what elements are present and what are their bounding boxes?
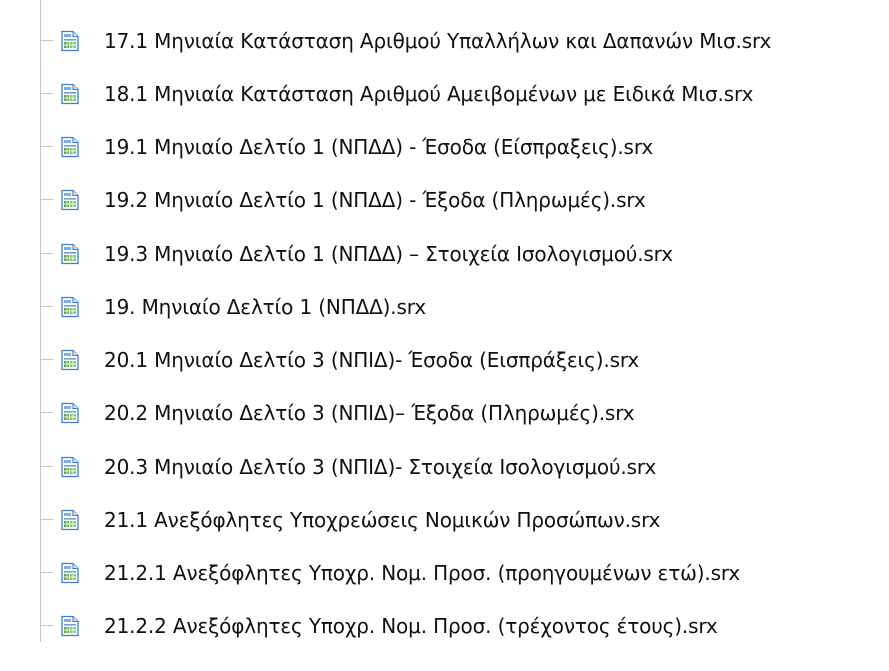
tree-item-label: 21.2.1 Ανεξόφλητες Υποχρ. Νομ. Προσ. (πρ… — [104, 561, 741, 585]
report-file-icon — [59, 136, 81, 158]
report-file-icon — [59, 615, 81, 637]
tree-item[interactable]: 21.2.1 Ανεξόφλητες Υποχρ. Νομ. Προσ. (πρ… — [0, 555, 889, 591]
tree-item-label: 19.2 Μηνιαίο Δελτίο 1 (ΝΠΔΔ) - Έξοδα (Πλ… — [104, 188, 646, 212]
report-file-icon — [59, 296, 81, 318]
tree-branch-line — [40, 40, 53, 41]
tree-item[interactable]: 20.1 Μηνιαίο Δελτίο 3 (ΝΠΙΔ)- Έσοδα (Εισ… — [0, 342, 889, 378]
tree-branch-line — [40, 199, 53, 200]
report-file-icon — [59, 83, 81, 105]
tree-branch-line — [40, 306, 53, 307]
tree-branch-line — [40, 359, 53, 360]
report-file-icon — [59, 456, 81, 478]
report-file-icon — [59, 509, 81, 531]
tree-branch-line — [40, 146, 53, 147]
report-file-icon — [59, 349, 81, 371]
tree-item-label: 21.2.2 Ανεξόφλητες Υποχρ. Νομ. Προσ. (τρ… — [104, 614, 718, 638]
tree-item[interactable]: 18.1 Μηνιαία Κατάσταση Αριθμού Αμειβομέν… — [0, 76, 889, 112]
tree-branch-line — [40, 412, 53, 413]
tree-item-label: 21.1 Ανεξόφλητες Υποχρεώσεις Νομικών Προ… — [104, 508, 661, 532]
tree-item[interactable]: 19.2 Μηνιαίο Δελτίο 1 (ΝΠΔΔ) - Έξοδα (Πλ… — [0, 182, 889, 218]
tree-item[interactable]: 17.1 Μηνιαία Κατάσταση Αριθμού Υπαλλήλων… — [0, 23, 889, 59]
tree-item-label: 17.1 Μηνιαία Κατάσταση Αριθμού Υπαλλήλων… — [104, 29, 772, 53]
tree-item-label: 20.3 Μηνιαίο Δελτίο 3 (ΝΠΙΔ)- Στοιχεία Ι… — [104, 455, 657, 479]
tree-item[interactable]: 20.2 Μηνιαίο Δελτίο 3 (ΝΠΙΔ)– Έξοδα (Πλη… — [0, 395, 889, 431]
tree-item[interactable]: 19. Μηνιαίο Δελτίο 1 (ΝΠΔΔ).srx — [0, 289, 889, 325]
tree-item[interactable]: 21.2.2 Ανεξόφλητες Υποχρ. Νομ. Προσ. (τρ… — [0, 608, 889, 644]
tree-branch-line — [40, 572, 53, 573]
tree-branch-line — [40, 466, 53, 467]
tree-item-label: 19. Μηνιαίο Δελτίο 1 (ΝΠΔΔ).srx — [104, 295, 427, 319]
tree-branch-line — [40, 519, 53, 520]
report-file-icon — [59, 189, 81, 211]
report-file-icon — [59, 562, 81, 584]
tree-item-label: 19.3 Μηνιαίο Δελτίο 1 (ΝΠΔΔ) – Στοιχεία … — [104, 242, 673, 266]
report-file-icon — [59, 243, 81, 265]
tree-item[interactable]: 21.1 Ανεξόφλητες Υποχρεώσεις Νομικών Προ… — [0, 502, 889, 538]
tree-branch-line — [40, 253, 53, 254]
tree-item[interactable]: 20.3 Μηνιαίο Δελτίο 3 (ΝΠΙΔ)- Στοιχεία Ι… — [0, 449, 889, 485]
file-tree: 17.1 Μηνιαία Κατάσταση Αριθμού Υπαλλήλων… — [0, 0, 889, 671]
report-file-icon — [59, 30, 81, 52]
tree-branch-line — [40, 625, 53, 626]
tree-item[interactable]: 19.1 Μηνιαίο Δελτίο 1 (ΝΠΔΔ) - Έσοδα (Εί… — [0, 129, 889, 165]
tree-branch-line — [40, 93, 53, 94]
tree-item-label: 20.2 Μηνιαίο Δελτίο 3 (ΝΠΙΔ)– Έξοδα (Πλη… — [104, 401, 635, 425]
tree-item-label: 18.1 Μηνιαία Κατάσταση Αριθμού Αμειβομέν… — [104, 82, 754, 106]
tree-item-label: 20.1 Μηνιαίο Δελτίο 3 (ΝΠΙΔ)- Έσοδα (Εισ… — [104, 348, 640, 372]
report-file-icon — [59, 402, 81, 424]
tree-item[interactable]: 19.3 Μηνιαίο Δελτίο 1 (ΝΠΔΔ) – Στοιχεία … — [0, 236, 889, 272]
tree-item-label: 19.1 Μηνιαίο Δελτίο 1 (ΝΠΔΔ) - Έσοδα (Εί… — [104, 135, 654, 159]
